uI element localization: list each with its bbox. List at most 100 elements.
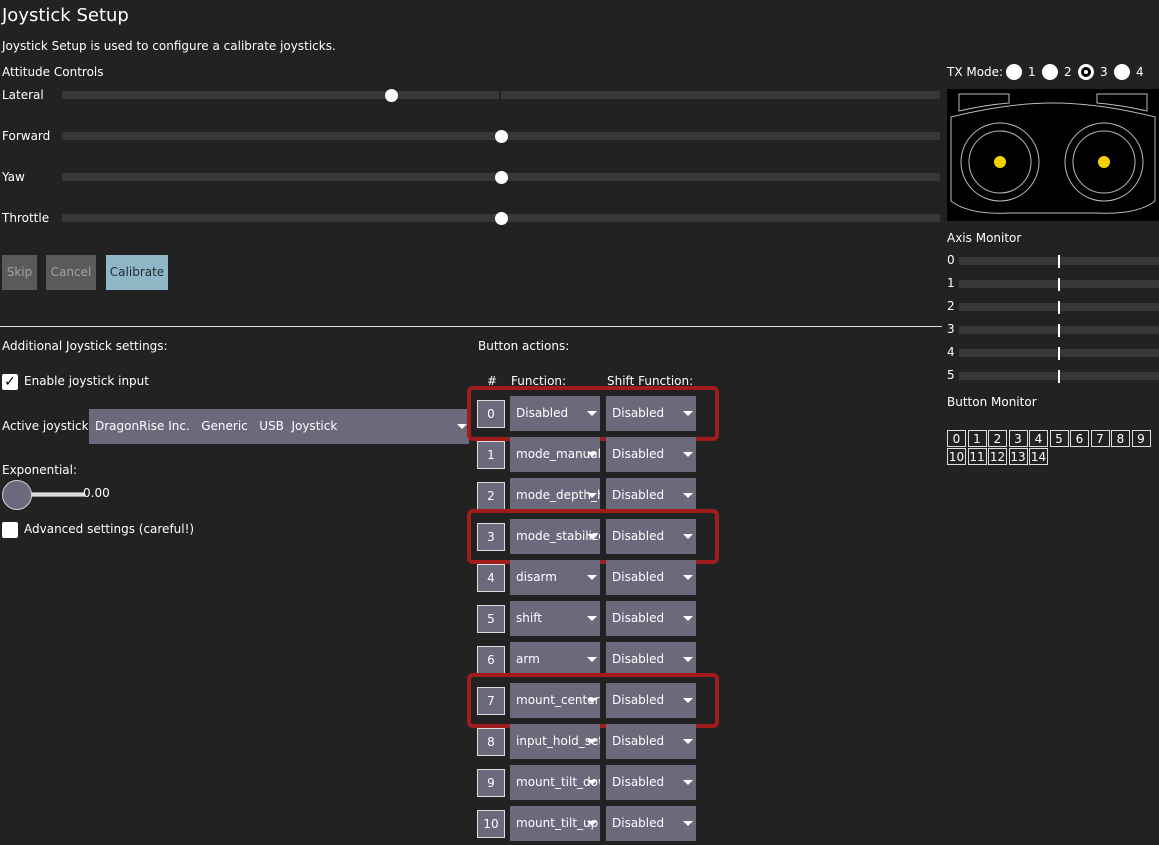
- slider-thumb[interactable]: [385, 89, 399, 102]
- tx-mode-label: TX Mode:: [947, 65, 1004, 79]
- shift-function-select[interactable]: Disabled: [606, 642, 696, 677]
- tx-mode-option-label: 4: [1136, 65, 1144, 79]
- function-select[interactable]: mode_manual: [510, 437, 600, 472]
- row-highlight-annotation: [467, 509, 719, 564]
- function-select[interactable]: shift: [510, 601, 600, 636]
- axis-label: 5: [947, 368, 955, 382]
- tx-mode-option-label: 2: [1064, 65, 1072, 79]
- chevron-down-icon: [683, 575, 693, 580]
- shift-function-value: Disabled: [612, 447, 665, 461]
- shift-function-select[interactable]: Disabled: [606, 806, 696, 841]
- button-monitor-cell: 4: [1029, 430, 1048, 447]
- left-stick-dot: [994, 156, 1006, 168]
- active-joystick-value: DragonRise Inc. Generic USB Joystick: [95, 419, 338, 433]
- axis-label: 2: [947, 299, 955, 313]
- active-joystick-select[interactable]: DragonRise Inc. Generic USB Joystick: [89, 409, 469, 444]
- shift-function-select[interactable]: Disabled: [606, 765, 696, 800]
- axis-marker: [1058, 370, 1060, 383]
- button-monitor-cell: 13: [1008, 448, 1028, 465]
- shift-function-select[interactable]: Disabled: [606, 560, 696, 595]
- calibrate-button[interactable]: Calibrate: [106, 255, 168, 290]
- button-monitor-cell: 6: [1070, 430, 1089, 447]
- function-select[interactable]: arm: [510, 642, 600, 677]
- tx-mode-radio-2[interactable]: [1042, 64, 1058, 80]
- shift-function-select[interactable]: Disabled: [606, 601, 696, 636]
- slider-thumb[interactable]: [495, 212, 508, 225]
- tx-mode-radio-1[interactable]: [1006, 64, 1022, 80]
- function-select[interactable]: disarm: [510, 560, 600, 595]
- button-number: 6: [477, 646, 505, 674]
- button-monitor-cell: 2: [988, 430, 1007, 447]
- row-highlight-annotation: [467, 386, 719, 441]
- shift-function-select[interactable]: Disabled: [606, 478, 696, 513]
- button-number: 9: [477, 769, 505, 797]
- function-select[interactable]: mount_tilt_down: [510, 765, 600, 800]
- axis-marker: [1058, 324, 1060, 337]
- slider-thumb[interactable]: [495, 171, 508, 184]
- chevron-down-icon: [683, 821, 693, 826]
- chevron-down-icon: [683, 452, 693, 457]
- function-select[interactable]: input_hold_set: [510, 724, 600, 759]
- axis-label: 4: [947, 345, 955, 359]
- button-monitor-cell: 12: [988, 448, 1007, 465]
- chevron-down-icon: [683, 657, 693, 662]
- button-monitor-cell: 1: [967, 430, 987, 447]
- cancel-button[interactable]: Cancel: [46, 255, 96, 290]
- button-monitor-heading: Button Monitor: [947, 395, 1037, 409]
- section-divider: [0, 326, 942, 327]
- attitude-controls-heading: Attitude Controls: [2, 65, 104, 79]
- tx-mode-option-label: 3: [1100, 65, 1108, 79]
- chevron-down-icon: [683, 616, 693, 621]
- chevron-down-icon: [587, 575, 597, 580]
- button-monitor-cell: 9: [1131, 430, 1151, 447]
- chevron-down-icon: [587, 493, 597, 498]
- function-select[interactable]: mount_tilt_up: [510, 806, 600, 841]
- button-actions-heading: Button actions:: [478, 339, 570, 353]
- shift-function-value: Disabled: [612, 734, 665, 748]
- chevron-down-icon: [587, 657, 597, 662]
- button-number: 5: [477, 605, 505, 633]
- right-stick-dot: [1098, 156, 1110, 168]
- shift-function-value: Disabled: [612, 611, 665, 625]
- function-value: shift: [516, 611, 542, 625]
- axis-label: 1: [947, 276, 955, 290]
- button-monitor-cell: 3: [1008, 430, 1028, 447]
- tx-mode-option-label: 1: [1028, 65, 1036, 79]
- chevron-down-icon: [587, 780, 597, 785]
- tx-mode-radio-4[interactable]: [1114, 64, 1130, 80]
- exponential-value: 0.00: [83, 486, 110, 500]
- chevron-down-icon: [683, 780, 693, 785]
- slider-track[interactable]: [62, 91, 940, 99]
- button-number: 10: [477, 810, 505, 838]
- axis-marker: [1058, 255, 1060, 268]
- tx-mode-radio-3[interactable]: [1078, 64, 1094, 80]
- checkmark-icon: ✓: [4, 374, 16, 390]
- button-number: 8: [477, 728, 505, 756]
- page-description: Joystick Setup is used to configure a ca…: [2, 39, 336, 53]
- shift-function-select[interactable]: Disabled: [606, 724, 696, 759]
- enable-joystick-label: Enable joystick input: [24, 374, 149, 388]
- slider-label: Lateral: [2, 88, 44, 102]
- slider-thumb[interactable]: [495, 130, 508, 143]
- button-number: 2: [477, 482, 505, 510]
- button-number: 1: [477, 441, 505, 469]
- function-select[interactable]: mode_depth_hold: [510, 478, 600, 513]
- shift-function-value: Disabled: [612, 816, 665, 830]
- exponential-slider-knob[interactable]: [2, 480, 32, 510]
- chevron-down-icon: [587, 616, 597, 621]
- advanced-settings-checkbox[interactable]: [2, 522, 18, 538]
- slider-label: Throttle: [2, 211, 50, 225]
- chevron-down-icon: [457, 424, 467, 429]
- skip-button[interactable]: Skip: [2, 255, 37, 290]
- shift-function-value: Disabled: [612, 652, 665, 666]
- button-monitor-cell: 10: [947, 448, 966, 465]
- function-value: arm: [516, 652, 540, 666]
- page-title: Joystick Setup: [2, 5, 129, 26]
- slider-label: Forward: [2, 129, 51, 143]
- axis-label: 3: [947, 322, 955, 336]
- function-value: disarm: [516, 570, 557, 584]
- enable-joystick-checkbox[interactable]: ✓: [2, 374, 18, 390]
- axis-marker: [1058, 301, 1060, 314]
- shift-function-select[interactable]: Disabled: [606, 437, 696, 472]
- button-monitor-cell: 7: [1090, 430, 1110, 447]
